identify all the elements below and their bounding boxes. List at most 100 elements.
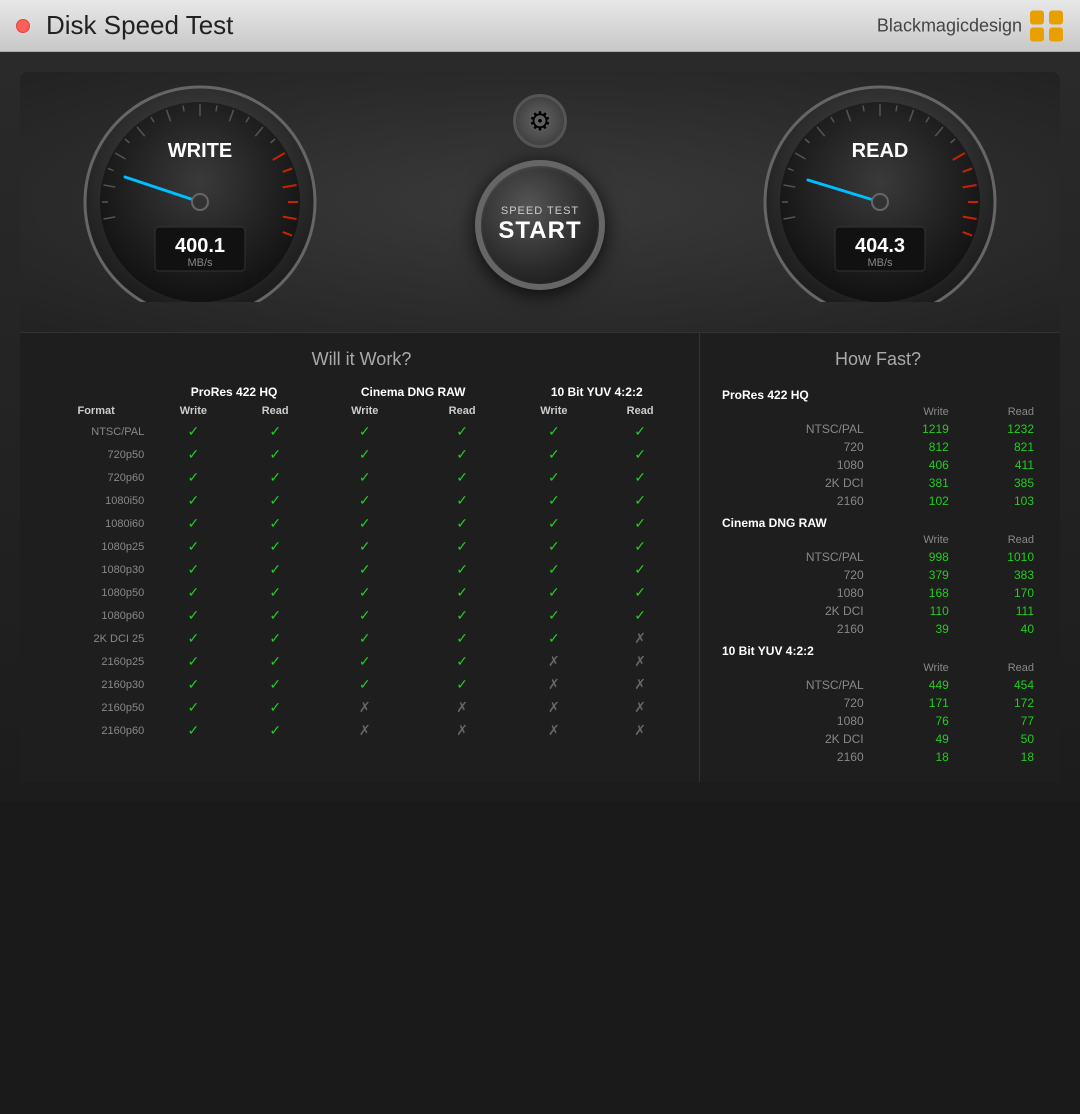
compat-cell: ✓ xyxy=(597,489,683,512)
compat-cell: ✓ xyxy=(511,581,598,604)
compat-cell: ✗ xyxy=(597,627,683,650)
speed-col-header: Write xyxy=(870,404,955,420)
check-icon: ✓ xyxy=(456,561,468,577)
compat-cell: ✓ xyxy=(511,443,598,466)
speed-write-value: 102 xyxy=(870,492,955,510)
compat-cell: ✓ xyxy=(511,489,598,512)
svg-text:MB/s: MB/s xyxy=(867,257,893,269)
compat-row: 1080p30✓✓✓✓✓✓ xyxy=(40,558,683,581)
compat-cell: ✗ xyxy=(597,696,683,719)
compat-cell: ✓ xyxy=(414,604,511,627)
check-icon: ✓ xyxy=(188,630,200,646)
speed-format-label: 2160 xyxy=(716,492,870,510)
check-icon: ✓ xyxy=(269,630,281,646)
compat-cell: ✓ xyxy=(511,420,598,443)
compat-cell: ✓ xyxy=(152,650,234,673)
svg-text:WRITE: WRITE xyxy=(168,140,232,162)
titlebar: Disk Speed Test Blackmagicdesign xyxy=(0,0,1080,52)
cross-icon: ✗ xyxy=(548,676,560,692)
compat-row: 2K DCI 25✓✓✓✓✓✗ xyxy=(40,627,683,650)
format-label: 2K DCI 25 xyxy=(40,627,152,650)
check-icon: ✓ xyxy=(456,515,468,531)
check-icon: ✓ xyxy=(456,423,468,439)
speed-col-headers: WriteRead xyxy=(716,660,1040,676)
compat-cell: ✓ xyxy=(511,604,598,627)
check-icon: ✓ xyxy=(188,538,200,554)
check-icon: ✓ xyxy=(359,676,371,692)
check-icon: ✓ xyxy=(359,630,371,646)
compat-cell: ✓ xyxy=(152,489,234,512)
compat-cell: ✗ xyxy=(414,719,511,742)
speed-format-label: 2K DCI xyxy=(716,730,870,748)
check-icon: ✓ xyxy=(269,538,281,554)
settings-button[interactable]: ⚙ xyxy=(513,94,567,148)
speed-write-value: 39 xyxy=(870,620,955,638)
compat-row: 720p50✓✓✓✓✓✓ xyxy=(40,443,683,466)
compat-row: 720p60✓✓✓✓✓✓ xyxy=(40,466,683,489)
compat-cell: ✓ xyxy=(414,535,511,558)
check-icon: ✓ xyxy=(269,561,281,577)
speed-write-value: 171 xyxy=(870,694,955,712)
compat-cell: ✗ xyxy=(597,673,683,696)
compat-cell: ✓ xyxy=(414,650,511,673)
read-gauge-container: READ 404.3 MB/s xyxy=(740,82,1020,302)
compat-cell: ✓ xyxy=(597,581,683,604)
speed-read-value: 454 xyxy=(955,676,1040,694)
check-icon: ✓ xyxy=(359,584,371,600)
brand-name: Blackmagicdesign xyxy=(877,15,1022,36)
check-icon: ✓ xyxy=(359,653,371,669)
compat-cell: ✓ xyxy=(152,466,234,489)
speed-col-header: Write xyxy=(870,532,955,548)
check-icon: ✓ xyxy=(548,538,560,554)
compat-cell: ✓ xyxy=(235,604,316,627)
compat-cell: ✓ xyxy=(511,558,598,581)
check-icon: ✓ xyxy=(456,676,468,692)
prores-read-header: Read xyxy=(235,402,316,420)
check-icon: ✓ xyxy=(359,492,371,508)
compat-cell: ✗ xyxy=(316,719,414,742)
compat-cell: ✗ xyxy=(414,696,511,719)
check-icon: ✓ xyxy=(359,538,371,554)
check-icon: ✓ xyxy=(188,469,200,485)
speed-data-row: 1080406411 xyxy=(716,456,1040,474)
speed-read-value: 383 xyxy=(955,566,1040,584)
speed-read-value: 411 xyxy=(955,456,1040,474)
check-icon: ✓ xyxy=(269,515,281,531)
compat-cell: ✓ xyxy=(414,420,511,443)
format-label: 1080p30 xyxy=(40,558,152,581)
start-speed-test-button[interactable]: SPEED TEST START xyxy=(475,160,605,290)
compat-cell: ✓ xyxy=(316,535,414,558)
compat-cell: ✓ xyxy=(597,558,683,581)
compat-cell: ✓ xyxy=(235,696,316,719)
check-icon: ✓ xyxy=(269,722,281,738)
tables-section: Will it Work? ProRes 422 HQ Cinema DNG R… xyxy=(20,332,1060,782)
close-button[interactable] xyxy=(16,19,30,33)
speed-group-name: 10 Bit YUV 4:2:2 xyxy=(716,638,1040,660)
speed-format-label: 2K DCI xyxy=(716,474,870,492)
brand-icon xyxy=(1030,10,1064,41)
check-icon: ✓ xyxy=(269,492,281,508)
format-label: 720p60 xyxy=(40,466,152,489)
compat-cell: ✓ xyxy=(414,443,511,466)
compat-section: Will it Work? ProRes 422 HQ Cinema DNG R… xyxy=(20,333,700,782)
cinema-read-header: Read xyxy=(414,402,511,420)
check-icon: ✓ xyxy=(456,538,468,554)
check-icon: ✓ xyxy=(359,423,371,439)
speed-read-value: 40 xyxy=(955,620,1040,638)
check-icon: ✓ xyxy=(634,469,646,485)
compat-cell: ✓ xyxy=(152,558,234,581)
check-icon: ✓ xyxy=(634,423,646,439)
speed-format-label: NTSC/PAL xyxy=(716,676,870,694)
compat-cell: ✗ xyxy=(511,673,598,696)
speed-format-label: 720 xyxy=(716,566,870,584)
speed-read-value: 170 xyxy=(955,584,1040,602)
compat-row: 2160p25✓✓✓✓✗✗ xyxy=(40,650,683,673)
speed-col-header: Read xyxy=(955,660,1040,676)
compat-row: 2160p50✓✓✗✗✗✗ xyxy=(40,696,683,719)
compat-cell: ✓ xyxy=(152,696,234,719)
compat-cell: ✓ xyxy=(597,466,683,489)
check-icon: ✓ xyxy=(269,469,281,485)
read-gauge: READ 404.3 MB/s xyxy=(740,82,1020,302)
format-label: 1080i60 xyxy=(40,512,152,535)
compat-cell: ✗ xyxy=(316,696,414,719)
